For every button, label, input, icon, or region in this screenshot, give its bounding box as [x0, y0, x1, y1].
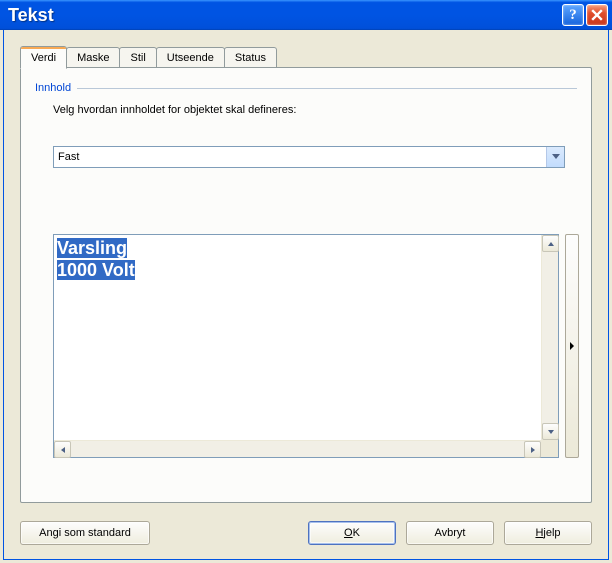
vertical-scrollbar[interactable] [541, 235, 558, 440]
titlebar: Tekst ? [0, 0, 612, 30]
dialog-button-row: Angi som standard OK Avbryt Hjelp [20, 521, 592, 545]
dialog-client: Verdi Maske Stil Utseende Status Innhold… [3, 30, 609, 560]
button-label: OK [344, 527, 360, 539]
close-icon[interactable] [586, 4, 608, 26]
expand-side-button[interactable] [565, 234, 579, 458]
tab-status[interactable]: Status [224, 47, 277, 68]
titlebar-buttons: ? [562, 4, 608, 26]
help-button[interactable]: Hjelp [504, 521, 592, 545]
divider [77, 88, 577, 89]
tab-label: Stil [130, 52, 145, 64]
button-label: Avbryt [435, 527, 466, 539]
tab-label: Maske [77, 52, 109, 64]
tab-label: Status [235, 52, 266, 64]
button-label: Angi som standard [39, 527, 131, 539]
help-icon[interactable]: ? [562, 4, 584, 26]
combo-value: Fast [58, 151, 79, 163]
content-textarea[interactable]: Varsling 1000 Volt [53, 234, 559, 458]
content-line: 1000 Volt [57, 260, 135, 280]
tab-stil[interactable]: Stil [119, 47, 156, 68]
tab-panel-verdi: Innhold Velg hvordan innholdet for objek… [20, 67, 592, 503]
scroll-corner [541, 440, 558, 457]
button-label: Hjelp [535, 527, 560, 539]
tab-verdi[interactable]: Verdi [20, 46, 67, 69]
content-line: Varsling [57, 238, 127, 258]
instruction-text: Velg hvordan innholdet for objektet skal… [53, 104, 577, 116]
tab-maske[interactable]: Maske [66, 47, 120, 68]
scroll-right-icon[interactable] [524, 441, 541, 458]
horizontal-scrollbar[interactable] [54, 440, 541, 457]
chevron-down-icon [546, 147, 564, 167]
tab-utseende[interactable]: Utseende [156, 47, 225, 68]
group-label: Innhold [35, 82, 71, 94]
scroll-left-icon[interactable] [54, 441, 71, 458]
scroll-down-icon[interactable] [542, 423, 559, 440]
group-innhold: Innhold Velg hvordan innholdet for objek… [35, 82, 577, 116]
tab-label: Verdi [31, 52, 56, 64]
set-default-button[interactable]: Angi som standard [20, 521, 150, 545]
textarea-body[interactable]: Varsling 1000 Volt [54, 235, 541, 440]
ok-button[interactable]: OK [308, 521, 396, 545]
scroll-up-icon[interactable] [542, 235, 559, 252]
tab-label: Utseende [167, 52, 214, 64]
cancel-button[interactable]: Avbryt [406, 521, 494, 545]
window-title: Tekst [8, 5, 562, 26]
content-type-combo[interactable]: Fast [53, 146, 565, 168]
tabstrip: Verdi Maske Stil Utseende Status [20, 46, 592, 68]
